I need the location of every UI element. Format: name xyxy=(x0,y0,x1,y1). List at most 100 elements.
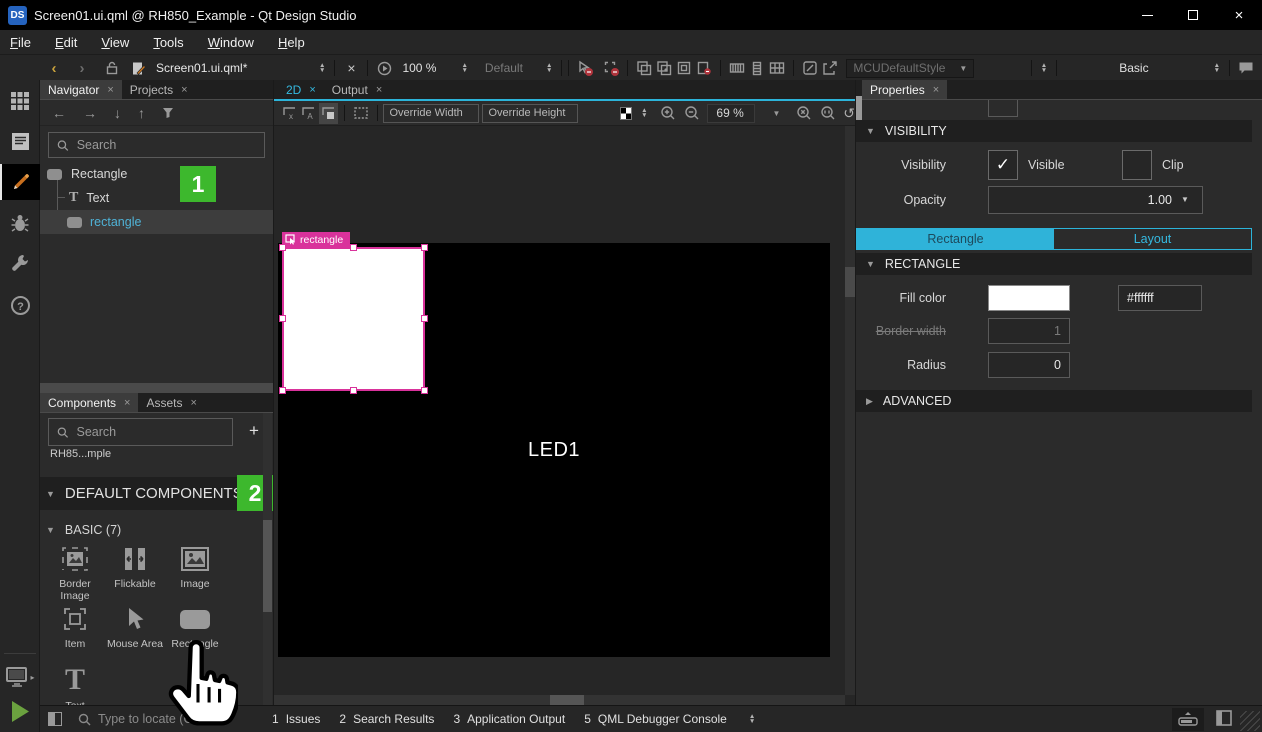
current-document-label[interactable]: Screen01.ui.qml* xyxy=(156,61,316,75)
resize-handle-w[interactable] xyxy=(279,315,286,322)
component-item[interactable]: Item xyxy=(45,603,105,650)
components-search[interactable] xyxy=(48,418,233,446)
fill-color-hex-input[interactable]: #ffffff xyxy=(1118,285,1202,311)
pane-search-results[interactable]: 2 Search Results xyxy=(339,712,434,726)
debug-mode-button[interactable] xyxy=(0,206,40,240)
module-label[interactable]: RH85...mple xyxy=(50,448,111,460)
output-panes-toggle[interactable] xyxy=(1216,710,1232,729)
background-spinner[interactable]: ▲▼ xyxy=(638,108,650,118)
show-bounds-fill-icon[interactable] xyxy=(319,103,338,124)
tab-components[interactable]: Components × xyxy=(40,393,138,412)
grid-view-icon[interactable] xyxy=(767,58,787,78)
design-mode-button[interactable] xyxy=(0,164,40,200)
pane-application-output[interactable]: 3 Application Output xyxy=(453,712,565,726)
resize-handle-e[interactable] xyxy=(421,315,428,322)
move-up-icon[interactable]: ↑ xyxy=(138,105,145,121)
selected-rectangle[interactable]: rectangle xyxy=(282,247,425,391)
visibility-section-header[interactable]: ▼ VISIBILITY xyxy=(856,120,1252,142)
scrollbar-handle[interactable] xyxy=(845,267,855,297)
comment-icon[interactable] xyxy=(1236,58,1256,78)
lock-icon[interactable] xyxy=(102,58,122,78)
background-swatch[interactable] xyxy=(620,107,632,120)
canvas-zoom-level[interactable]: 69 % xyxy=(707,104,754,123)
window-resize-grip[interactable] xyxy=(1240,711,1260,731)
scrollbar-handle[interactable] xyxy=(550,695,584,705)
resize-handle-nw[interactable] xyxy=(279,244,286,251)
clip-checkbox[interactable] xyxy=(1122,150,1152,180)
move-down-icon[interactable]: ↓ xyxy=(114,105,121,121)
duplicate-icon[interactable] xyxy=(674,58,694,78)
tab-close-icon[interactable]: × xyxy=(933,84,939,96)
panes-spinner[interactable]: ▲▼ xyxy=(746,714,758,724)
navigator-search[interactable] xyxy=(48,132,265,158)
component-image[interactable]: Image xyxy=(165,543,225,590)
show-bounds-x-icon[interactable]: x xyxy=(280,103,299,124)
selection-label[interactable]: rectangle xyxy=(282,232,350,247)
edit-style-icon[interactable] xyxy=(800,58,820,78)
subtab-rectangle[interactable]: Rectangle xyxy=(857,229,1054,249)
subtab-layout[interactable]: Layout xyxy=(1054,229,1251,249)
selection-mode-icon[interactable] xyxy=(601,58,621,78)
override-width-input[interactable] xyxy=(383,104,479,123)
pane-issues[interactable]: 1 Issues xyxy=(272,712,320,726)
run-zoom-level[interactable]: 100 % xyxy=(402,61,436,75)
close-button[interactable]: × xyxy=(1216,0,1262,30)
tab-close-icon[interactable]: × xyxy=(181,84,187,96)
artboard[interactable]: LED1 rectangle xyxy=(278,243,830,657)
tab-close-icon[interactable]: × xyxy=(107,84,113,96)
add-module-button[interactable]: + xyxy=(243,420,265,442)
menu-file[interactable]: File xyxy=(10,35,31,50)
tab-close-icon[interactable]: × xyxy=(376,84,382,96)
pane-qml-debugger-console[interactable]: 5 QML Debugger Console xyxy=(584,712,727,726)
tab-output[interactable]: Output × xyxy=(324,80,390,99)
border-width-input[interactable]: 1 xyxy=(988,318,1070,344)
advanced-section-header[interactable]: ▶ ADVANCED xyxy=(856,390,1252,412)
zoom-dropdown-icon[interactable]: ▼ xyxy=(773,109,781,118)
welcome-mode-button[interactable] xyxy=(0,84,40,118)
sidebar-toggle-icon[interactable] xyxy=(48,712,62,726)
scrollbar-handle[interactable] xyxy=(263,520,272,612)
maximize-button[interactable] xyxy=(1170,0,1216,30)
annotate-cursor-icon[interactable] xyxy=(575,58,595,78)
tree-item-text[interactable]: T Text xyxy=(40,186,273,210)
artboard-text-led1[interactable]: LED1 xyxy=(528,439,580,462)
edit-document-icon[interactable] xyxy=(128,58,148,78)
tab-close-icon[interactable]: × xyxy=(191,397,197,409)
minimize-button[interactable] xyxy=(1124,0,1170,30)
resize-handle-n[interactable] xyxy=(350,244,357,251)
menu-help[interactable]: Help xyxy=(278,35,305,50)
export-style-icon[interactable] xyxy=(820,58,840,78)
component-mouse-area[interactable]: Mouse Area xyxy=(105,603,165,650)
workspace-spinner[interactable]: ▲▼ xyxy=(1038,63,1050,73)
projects-mode-button[interactable] xyxy=(0,246,40,280)
opacity-input[interactable]: 1.00 xyxy=(988,186,1203,214)
back-button[interactable]: ‹ xyxy=(44,58,64,78)
forward-button[interactable]: › xyxy=(72,58,92,78)
menu-view[interactable]: View xyxy=(101,35,129,50)
target-selector[interactable]: Default xyxy=(485,61,523,75)
override-height-input[interactable] xyxy=(482,104,578,123)
run-zoom-icon[interactable] xyxy=(374,58,394,78)
kit-selector[interactable]: Basic xyxy=(1119,61,1148,75)
components-scrollbar[interactable] xyxy=(263,413,272,705)
resize-handle-se[interactable] xyxy=(421,387,428,394)
resize-handle-ne[interactable] xyxy=(421,244,428,251)
navigator-search-input[interactable] xyxy=(77,138,256,152)
vlist-view-icon[interactable] xyxy=(747,58,767,78)
tab-close-icon[interactable]: × xyxy=(309,84,315,96)
filter-icon[interactable] xyxy=(162,107,174,119)
kit-spinner[interactable]: ▲▼ xyxy=(1211,63,1223,73)
close-document-button[interactable]: × xyxy=(341,58,361,78)
component-border-image[interactable]: Border Image xyxy=(45,543,105,602)
run-button[interactable] xyxy=(0,694,40,728)
zoom-in-icon[interactable] xyxy=(659,103,678,124)
tab-assets[interactable]: Assets × xyxy=(138,393,204,412)
component-flickable[interactable]: Flickable xyxy=(105,543,165,590)
run-zoom-spinner[interactable]: ▲▼ xyxy=(458,63,470,73)
build-progress-button[interactable] xyxy=(1172,708,1204,731)
help-mode-button[interactable]: ? xyxy=(0,288,40,322)
resize-handle-sw[interactable] xyxy=(279,387,286,394)
menu-edit[interactable]: Edit xyxy=(55,35,77,50)
hbars-view-icon[interactable] xyxy=(727,58,747,78)
radius-input[interactable]: 0 xyxy=(988,352,1070,378)
